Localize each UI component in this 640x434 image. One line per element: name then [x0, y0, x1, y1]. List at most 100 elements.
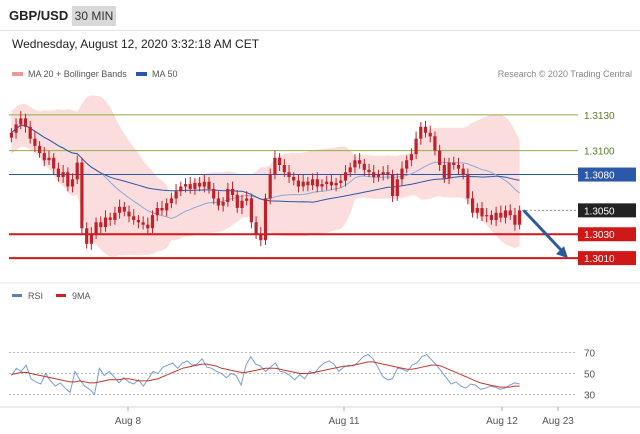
candle-body	[409, 154, 413, 161]
candle-body	[292, 176, 296, 181]
candle-body	[56, 168, 60, 177]
candle-body	[353, 160, 357, 168]
candle-body	[362, 163, 366, 170]
rsi-lines	[10, 354, 520, 396]
candle-body	[38, 145, 42, 154]
candle-body	[141, 222, 145, 225]
candle-body	[108, 217, 112, 220]
time-tick-label: Aug 11	[329, 416, 360, 427]
candle-body	[485, 215, 489, 217]
candle-body	[395, 179, 399, 196]
candle-body	[169, 198, 173, 204]
candle-body	[66, 172, 70, 187]
candle-body	[367, 169, 371, 173]
candle-body	[245, 198, 249, 201]
candle-body	[296, 180, 300, 187]
candle-body	[301, 181, 305, 187]
time-tick-label: Aug 12	[486, 416, 518, 427]
candle-body	[433, 136, 437, 151]
candle-body	[89, 234, 93, 244]
candle-body	[99, 222, 103, 228]
candle-body	[461, 168, 465, 175]
candle-body	[438, 150, 442, 165]
candle-body	[259, 234, 263, 241]
candle-body	[226, 188, 230, 202]
rsi-swatch	[12, 294, 22, 297]
candle-body	[23, 118, 28, 127]
candle-body	[14, 124, 18, 133]
candle-body	[47, 157, 51, 161]
candle-body	[118, 206, 122, 213]
candle-body	[263, 198, 268, 241]
candle-body	[419, 126, 423, 139]
candle-body	[9, 132, 13, 138]
candle-body	[33, 138, 37, 146]
candle-body	[306, 181, 310, 186]
candle-body	[372, 172, 376, 177]
candle-body	[320, 184, 324, 187]
candle-body	[447, 162, 451, 179]
rsi-line	[10, 354, 520, 396]
price-level-tags: 1.3130 1.3100 1.3080 1.3050 1.3030 1.3010	[578, 111, 636, 266]
candle-body	[405, 160, 409, 169]
candle-body	[503, 210, 508, 218]
candle-body	[231, 188, 235, 195]
candle-body	[480, 208, 484, 217]
candle-body	[132, 216, 136, 220]
candle-body	[513, 215, 517, 225]
time-tick-label: Aug 23	[542, 416, 574, 427]
forecast-arrow-shaft	[522, 209, 566, 255]
price-tag-label: 1.3100	[584, 147, 615, 158]
candle-body	[188, 184, 192, 189]
candle-body	[235, 194, 239, 208]
candle-body	[28, 126, 32, 139]
candle-body	[240, 200, 244, 208]
candle-body	[466, 174, 470, 199]
candle-body	[103, 217, 108, 228]
candle-body	[499, 212, 503, 218]
candle-body	[325, 181, 329, 185]
candle-body	[61, 172, 65, 177]
candle-body	[216, 198, 220, 206]
candle-body	[287, 172, 291, 177]
candle-body	[386, 172, 390, 175]
candle-body	[428, 132, 432, 137]
rsi-tick-label: 30	[584, 391, 596, 402]
candle-body	[94, 222, 98, 235]
candle-body	[70, 179, 75, 187]
candle-body	[494, 212, 498, 220]
candle-body	[174, 191, 178, 199]
chart-canvas: 1.3130 1.3100 1.3080 1.3050 1.3030 1.3010 RSI…	[0, 95, 640, 427]
candle-body	[150, 215, 155, 229]
candle-body	[339, 180, 343, 183]
rsi-ma-legend-label: 9MA	[72, 291, 91, 301]
candle-body	[193, 182, 197, 189]
candle-body	[278, 157, 282, 165]
candle-body	[315, 179, 319, 187]
candle-body	[19, 118, 23, 125]
candle-body	[400, 168, 404, 180]
candle-body	[508, 210, 512, 216]
candle-body	[268, 174, 272, 199]
candle-body	[376, 174, 381, 177]
candle-body	[221, 202, 225, 206]
price-tag-label: 1.3130	[584, 111, 615, 122]
candle-body	[518, 210, 522, 225]
candle-body	[136, 219, 140, 223]
candle-body	[452, 162, 456, 165]
price-tag-label: 1.3010	[584, 254, 615, 265]
candle-body	[311, 179, 315, 186]
candle-body	[113, 212, 117, 220]
candle-body	[442, 165, 446, 179]
rsi-tick-label: 70	[584, 349, 596, 360]
candle-body	[165, 203, 169, 211]
candle-body	[254, 222, 258, 235]
candle-body	[471, 198, 475, 213]
candle-body	[198, 182, 202, 187]
candle-body	[391, 174, 395, 196]
candle-body	[414, 138, 418, 155]
candle-body	[381, 172, 385, 175]
candle-body	[249, 198, 253, 223]
candle-body	[52, 157, 56, 169]
rsi-ma-swatch	[56, 294, 66, 297]
